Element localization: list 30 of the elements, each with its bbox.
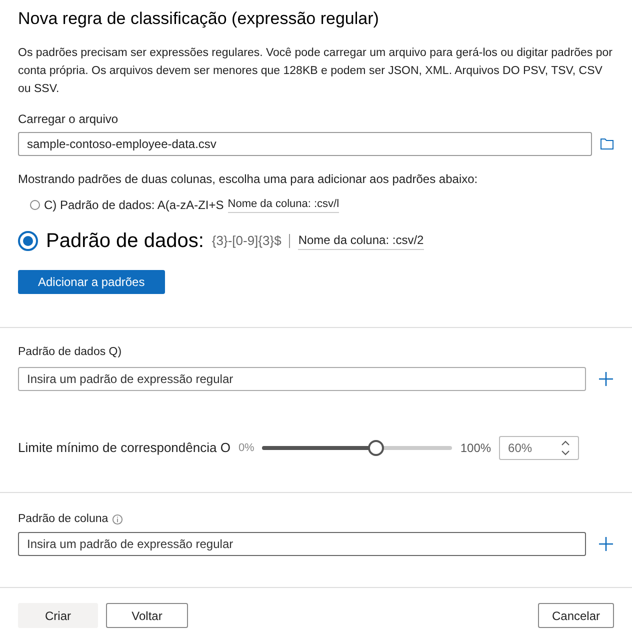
field-label: Padrão de coluna (18, 512, 108, 527)
description: Os padrões precisam ser expressões regulares. Você pode carregar um arquivo para gerá-los ou digitar padrões por conta própria. Os arquivos devem ser menores que 128KB e podem ser JSON, XML. Arquivos DO PSV, TSV, CSV ou SSV. (18, 46, 614, 96)
cancel-button[interactable]: Cancelar (538, 603, 614, 628)
max-label: 100% (460, 440, 492, 457)
add-icon[interactable] (598, 536, 614, 552)
radio-button[interactable] (18, 230, 38, 250)
info-icon (112, 514, 124, 525)
back-button[interactable]: Voltar (106, 603, 188, 628)
add-to-patterns-button[interactable]: Adicionar a padrões (18, 270, 165, 294)
file-field[interactable]: sample-contoso-employee-data.csv (18, 132, 592, 156)
spinner-icon[interactable] (561, 440, 570, 456)
columns-hint: Mostrando padrões de duas colunas, escolha uma para adicionar aos padrões abaixo: (18, 170, 479, 188)
min-label: 0% (238, 440, 254, 456)
radio-button[interactable] (30, 200, 40, 210)
field-label: Carregar o arquivo (18, 110, 120, 128)
pattern-text: {3}-[0-9]{3}$ (212, 232, 282, 250)
threshold-spinbox[interactable]: 60% (499, 436, 580, 460)
threshold-label: Limite mínimo de correspondência O (18, 439, 230, 457)
pattern-field[interactable]: Insira um padrão de expressão regular (18, 532, 586, 556)
field-label: Padrão de dados Q) (18, 344, 123, 360)
column-name: Nome da coluna: :csv/l (228, 196, 340, 214)
option-label: C) Padrão de dados: A(a-zA-ZI+S (44, 196, 224, 214)
column-name: Nome da coluna: :csv/2 (298, 231, 424, 250)
pattern-field[interactable]: Insira um padrão de expressão regular (18, 366, 586, 391)
create-button[interactable]: Criar (18, 603, 98, 628)
dialog-title: Nova regra de classificação (expressão regular) (18, 8, 380, 30)
slider-thumb[interactable] (368, 440, 384, 456)
add-icon[interactable] (598, 370, 614, 387)
option-label: Padrão de dados: (46, 228, 204, 254)
folder-icon[interactable] (600, 138, 614, 150)
